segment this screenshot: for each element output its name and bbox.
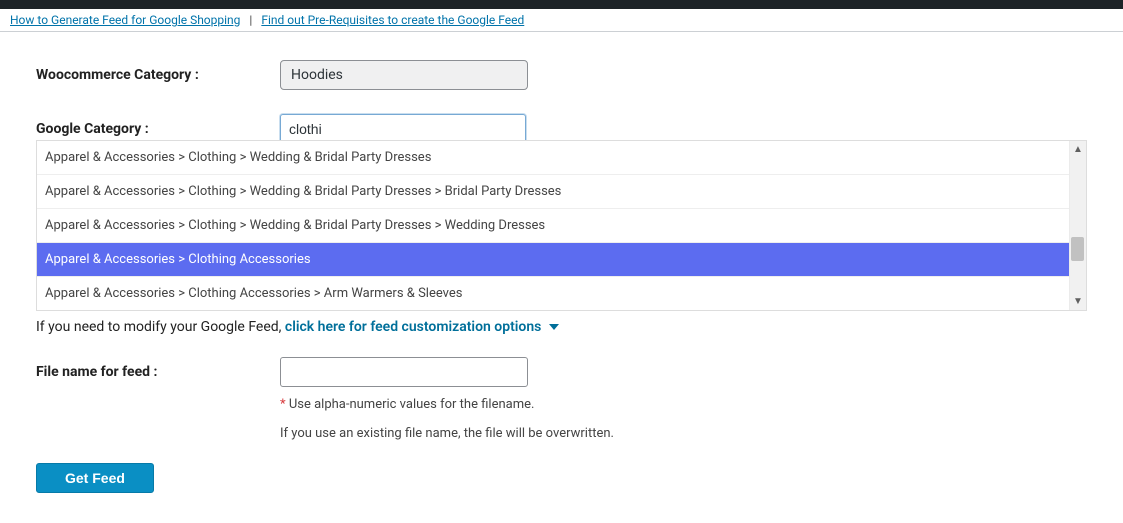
link-how-to-generate[interactable]: How to Generate Feed for Google Shopping bbox=[10, 13, 240, 27]
row-woocommerce-category: Woocommerce Category : Hoodies bbox=[36, 60, 1087, 90]
dropdown-item[interactable]: Apparel & Accessories > Clothing > Weddi… bbox=[37, 141, 1069, 175]
label-woocommerce-category: Woocommerce Category : bbox=[36, 67, 280, 83]
get-feed-button[interactable]: Get Feed bbox=[36, 463, 154, 493]
label-google-category: Google Category : bbox=[36, 121, 280, 137]
scroll-thumb[interactable] bbox=[1071, 237, 1084, 261]
woocommerce-category-field[interactable]: Hoodies bbox=[280, 60, 528, 90]
modify-feed-row: If you need to modify your Google Feed, … bbox=[36, 319, 1087, 335]
scroll-down-icon[interactable]: ▼ bbox=[1070, 293, 1087, 310]
dropdown-item[interactable]: Apparel & Accessories > Clothing Accesso… bbox=[37, 243, 1069, 277]
scroll-up-icon[interactable]: ▲ bbox=[1070, 141, 1087, 158]
dropdown-item[interactable]: Apparel & Accessories > Clothing > Weddi… bbox=[37, 175, 1069, 209]
dropdown-item[interactable]: Apparel & Accessories > Clothing > Weddi… bbox=[37, 209, 1069, 243]
modify-feed-lead: If you need to modify your Google Feed, bbox=[36, 319, 285, 335]
filename-hint-1: * Use alpha-numeric values for the filen… bbox=[280, 397, 1087, 412]
chevron-down-icon[interactable] bbox=[549, 324, 559, 330]
help-linkbar: How to Generate Feed for Google Shopping… bbox=[0, 9, 1123, 32]
hint-1-text: Use alpha-numeric values for the filenam… bbox=[286, 397, 535, 412]
link-prerequisites[interactable]: Find out Pre-Requisites to create the Go… bbox=[261, 13, 524, 27]
filename-input[interactable] bbox=[280, 357, 528, 387]
row-filename: File name for feed : bbox=[36, 357, 1087, 387]
dropdown-item[interactable]: Apparel & Accessories > Clothing Accesso… bbox=[37, 277, 1069, 310]
admin-topbar bbox=[0, 0, 1123, 9]
form-content: Woocommerce Category : Hoodies Google Ca… bbox=[0, 32, 1123, 513]
dropdown-list: Apparel & Accessories > Clothing > Weddi… bbox=[37, 141, 1069, 310]
google-category-dropdown: Apparel & Accessories > Clothing > Weddi… bbox=[36, 140, 1087, 311]
feed-customization-link[interactable]: click here for feed customization option… bbox=[285, 319, 541, 335]
separator: | bbox=[249, 13, 252, 27]
scrollbar[interactable]: ▲ ▼ bbox=[1069, 141, 1086, 310]
label-filename: File name for feed : bbox=[36, 364, 280, 380]
filename-hint-2: If you use an existing file name, the fi… bbox=[280, 426, 1087, 441]
